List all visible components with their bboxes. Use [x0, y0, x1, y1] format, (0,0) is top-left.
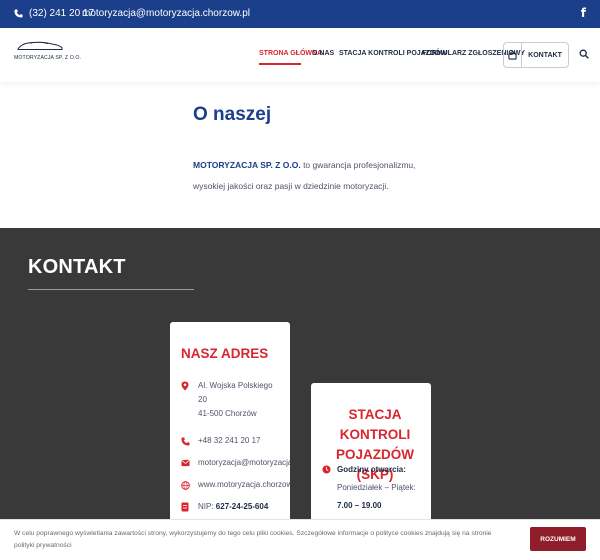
about-text-2: wysokiej jakości oraz pasji w dziedzinie…: [193, 181, 389, 191]
search-icon[interactable]: [579, 49, 589, 59]
nip-label: NIP:: [198, 502, 214, 511]
nip-row: NIP: 627-24-25-604: [180, 500, 290, 514]
address-card-title: NASZ ADRES: [181, 346, 269, 361]
contact-website: www.motoryzacja.chorzow.pl: [198, 480, 290, 489]
address-number: 20: [198, 395, 207, 404]
cart-icon: [508, 50, 517, 60]
nip-text: NIP: 627-24-25-604: [198, 500, 290, 514]
main-navbar: MOTORYZACJA SP. Z O.O. STRONA GŁÓWNA O N…: [0, 28, 600, 82]
logo-text: MOTORYZACJA SP. Z O.O.: [14, 55, 82, 61]
contact-heading: KONTAKT: [28, 256, 126, 278]
site-logo[interactable]: MOTORYZACJA SP. Z O.O.: [14, 38, 81, 68]
phone-row[interactable]: +48 32 241 20 17: [180, 434, 290, 448]
nav-o-nas[interactable]: O NAS: [312, 50, 334, 57]
phone-icon: [180, 434, 190, 448]
email-row[interactable]: motoryzacja@motoryzacja.chorzow.pl: [180, 456, 290, 470]
envelope-icon: [180, 456, 190, 470]
globe-icon: [180, 478, 190, 492]
address-row: Al. Wojska Polskiego 20 41-500 Chorzów: [180, 379, 290, 421]
about-company: MOTORYZACJA SP. Z O.O.: [193, 160, 301, 170]
address-lines: Al. Wojska Polskiego 20 41-500 Chorzów: [198, 379, 290, 421]
top-bar: (32) 241 20 17 motoryzacja@motoryzacja.c…: [0, 0, 600, 28]
kontakt-button[interactable]: KONTAKT: [521, 42, 569, 68]
cart-button[interactable]: [503, 42, 521, 68]
hours-label: Godziny otwarcia:: [337, 465, 406, 474]
clock-icon: [322, 463, 331, 513]
contact-phone: +48 32 241 20 17: [198, 436, 261, 445]
facebook-icon[interactable]: f: [581, 6, 586, 20]
about-text: MOTORYZACJA SP. Z O.O. to gwarancja prof…: [193, 155, 423, 197]
cookie-text: W celu poprawnego wyświetlania zawartośc…: [14, 530, 492, 549]
about-title: O naszej: [193, 104, 272, 125]
skp-title-line-1: STACJA KONTROLI: [339, 407, 411, 442]
hours-days: Poniedziałek – Piątek:: [337, 483, 416, 492]
nip-value: 627-24-25-604: [215, 502, 269, 511]
website-row[interactable]: www.motoryzacja.chorzow.pl: [180, 478, 290, 492]
cookie-accept-button[interactable]: ROZUMIEM: [530, 527, 586, 551]
document-icon: [180, 500, 190, 514]
contact-divider: [28, 289, 194, 290]
contact-email: motoryzacja@motoryzacja.chorzow.pl: [198, 458, 290, 467]
cookie-bar: W celu poprawnego wyświetlania zawartośc…: [0, 519, 600, 560]
address-street: Al. Wojska Polskiego: [198, 381, 273, 390]
car-logo-icon: [17, 41, 63, 50]
address-city: 41-500 Chorzów: [198, 409, 257, 418]
opening-hours: Godziny otwarcia: Poniedziałek – Piątek:…: [322, 463, 416, 513]
top-email-link[interactable]: motoryzacja@motoryzacja.chorzow.pl: [82, 8, 250, 19]
phone-icon: [14, 9, 23, 18]
map-pin-icon: [180, 379, 190, 393]
about-text-1: to gwarancja profesjonalizmu,: [303, 160, 416, 170]
nav-active-underline: [259, 63, 301, 65]
hours-value: 7.00 – 19.00: [337, 501, 382, 510]
